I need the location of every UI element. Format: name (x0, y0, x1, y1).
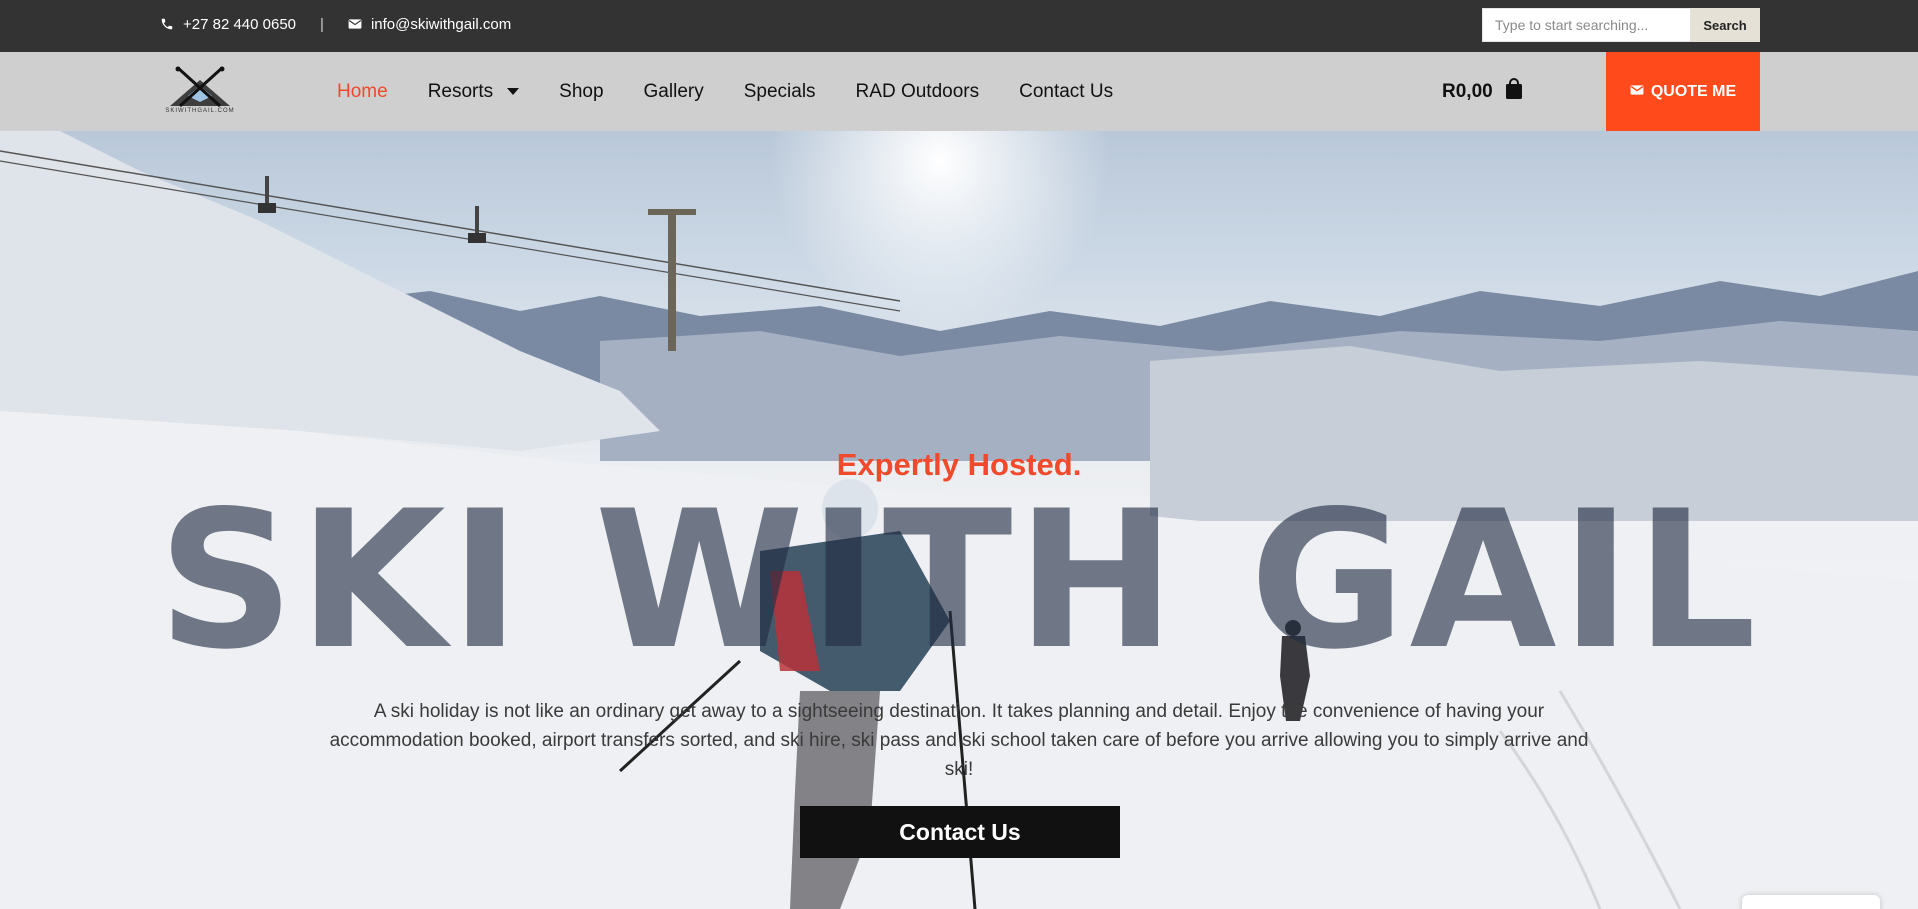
cart-total: R0,00 (1442, 80, 1493, 102)
top-utility-bar: +27 82 440 0650 | info@skiwithgail.com S… (0, 0, 1918, 52)
nav-item-home[interactable]: Home (337, 81, 388, 103)
hero-headline: SKI WITH GAIL (157, 470, 1761, 691)
nav-item-label: RAD Outdoors (855, 80, 980, 102)
contact-separator: | (320, 15, 324, 33)
nav-item-gallery[interactable]: Gallery (644, 81, 704, 103)
search-input[interactable] (1482, 8, 1690, 42)
shopping-bag-icon (1505, 77, 1523, 106)
nav-item-rad-outdoors[interactable]: RAD Outdoors (856, 81, 980, 103)
phone-link[interactable]: +27 82 440 0650 (160, 16, 296, 33)
site-logo[interactable]: SKIWITHGAIL.COM (160, 66, 240, 120)
quote-me-label: QUOTE ME (1650, 82, 1737, 100)
nav-item-specials[interactable]: Specials (744, 81, 816, 103)
nav-item-label: Shop (559, 80, 604, 102)
nav-item-label: Specials (743, 80, 816, 102)
caret-down-icon (507, 88, 520, 95)
nav-item-label: Resorts (427, 80, 494, 102)
phone-number[interactable]: +27 82 440 0650 (183, 16, 296, 33)
hero-description: A ski holiday is not like an ordinary ge… (329, 701, 1589, 780)
contact-info: +27 82 440 0650 | info@skiwithgail.com (160, 0, 511, 48)
nav-item-shop[interactable]: Shop (559, 81, 603, 103)
nav-item-resorts[interactable]: Resorts (427, 80, 520, 103)
primary-menu: Home Resorts Shop Gallery Specials RAD O… (337, 52, 1153, 131)
contact-us-button[interactable]: Contact Us (800, 806, 1120, 858)
chat-widget-tab[interactable] (1742, 895, 1880, 909)
nav-item-contact-us[interactable]: Contact Us (1019, 81, 1113, 103)
phone-icon (160, 17, 174, 31)
nav-item-label: Home (337, 80, 388, 102)
nav-item-label: Contact Us (1019, 80, 1114, 102)
cart-button[interactable]: R0,00 (1442, 52, 1523, 131)
crossed-ski-poles-icon (170, 66, 230, 108)
search-form: Search (1482, 8, 1760, 42)
envelope-icon (1630, 83, 1644, 101)
quote-me-button[interactable]: QUOTE ME (1606, 52, 1760, 131)
envelope-icon (348, 18, 362, 30)
logo-text: SKIWITHGAIL.COM (165, 108, 235, 114)
hero-section: Expertly Hosted. SKI WITH GAIL A ski hol… (0, 131, 1918, 909)
email-address[interactable]: info@skiwithgail.com (371, 16, 511, 33)
nav-item-label: Gallery (643, 80, 704, 102)
email-link[interactable]: info@skiwithgail.com (348, 16, 511, 33)
search-button[interactable]: Search (1690, 8, 1760, 42)
